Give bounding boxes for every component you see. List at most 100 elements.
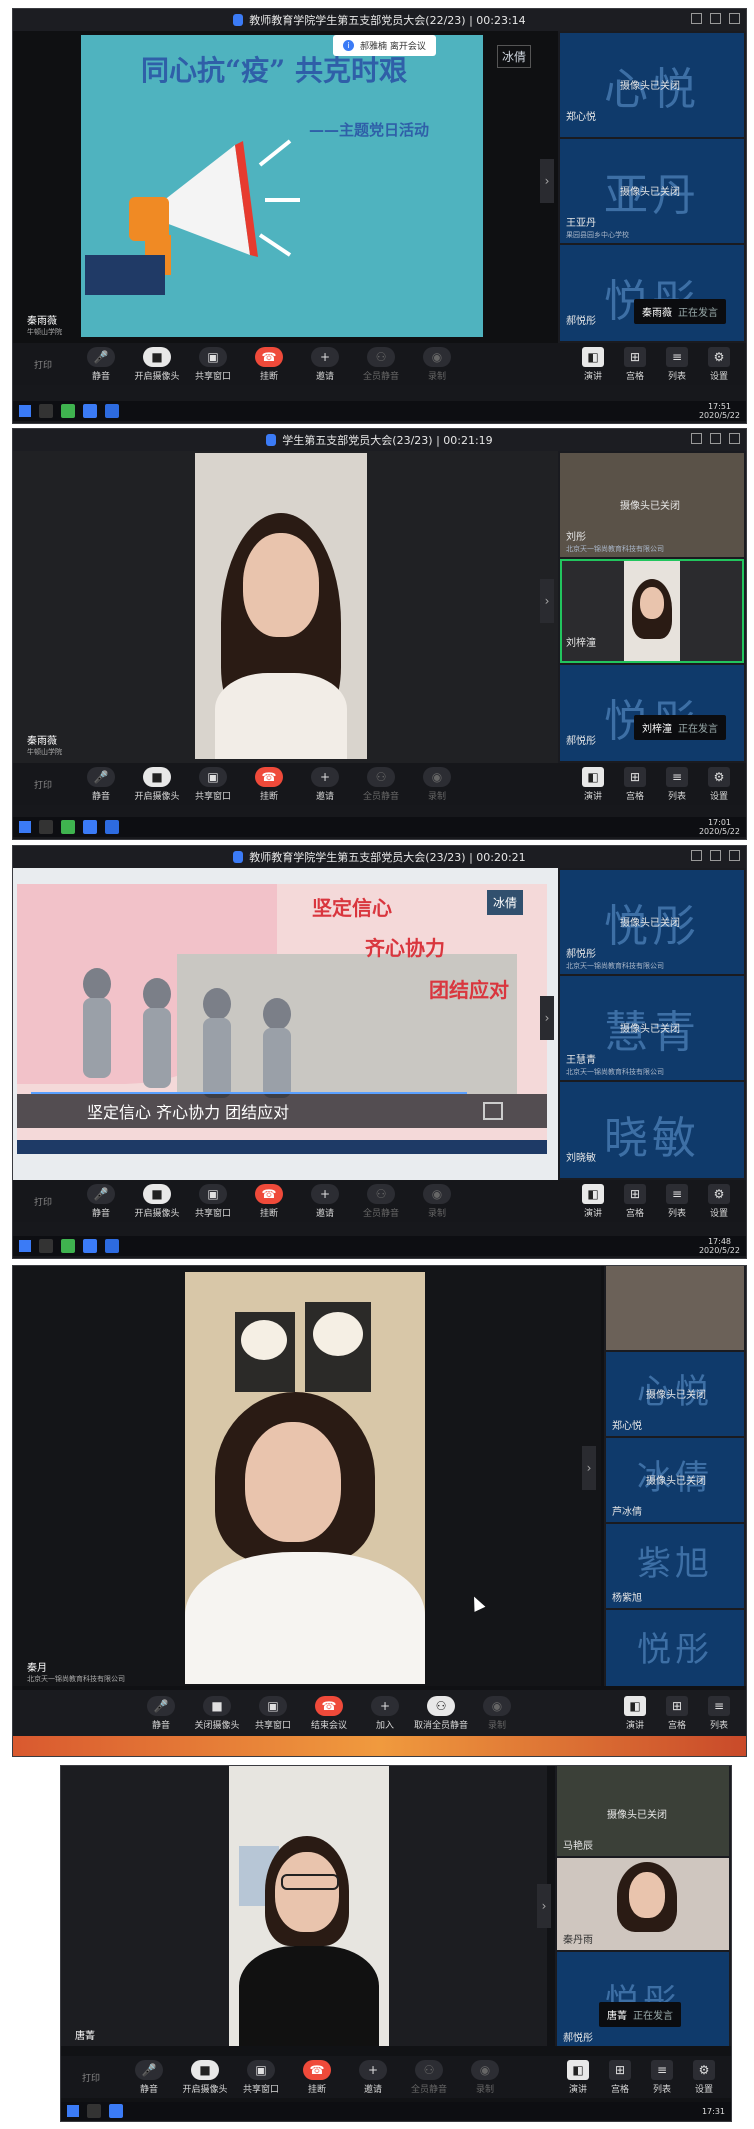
window-controls[interactable] [691, 850, 740, 861]
list-view-button[interactable]: ≡ 列表 [658, 1183, 696, 1219]
record-button[interactable]: ◉ 录制 [409, 1183, 465, 1219]
participant-tile[interactable]: 悦彤 郝悦彤 [560, 245, 744, 341]
participant-tile[interactable]: 冰倩 摄像头已关闭 芦冰倩 [606, 1438, 744, 1522]
participant-tile[interactable]: 紫旭 杨紫旭 [606, 1524, 744, 1608]
search-icon[interactable] [39, 820, 53, 834]
gallery-view-button[interactable]: ⊞ 宫格 [616, 346, 654, 382]
browser-icon[interactable] [105, 1239, 119, 1253]
share-window-button[interactable]: ▣ 共享窗口 [245, 1695, 301, 1731]
stop-camera-button[interactable]: ■ 关闭摄像头 [189, 1695, 245, 1731]
participant-tile[interactable]: 摄像头已关闭 马艳辰 [557, 1766, 729, 1856]
join-button[interactable]: + 加入 [357, 1695, 413, 1731]
hangup-button[interactable]: ☎ 挂断 [289, 2059, 345, 2095]
mute-button[interactable]: 🎤 静音 [73, 766, 129, 802]
mute-all-button[interactable]: ⚇ 全员静音 [353, 346, 409, 382]
list-view-button[interactable]: ≡ 列表 [658, 346, 696, 382]
record-button[interactable]: ◉ 录制 [469, 1695, 525, 1731]
share-window-button[interactable]: ▣ 共享窗口 [185, 766, 241, 802]
fullscreen-icon[interactable] [483, 1102, 503, 1120]
participant-tile[interactable]: 心悦 摄像头已关闭 郑心悦 [560, 33, 744, 137]
meeting-app-icon[interactable] [83, 404, 97, 418]
participant-tile[interactable]: 秦丹雨 [557, 1858, 729, 1950]
list-view-button[interactable]: ≡ 列表 [643, 2059, 681, 2095]
unmute-all-button[interactable]: ⚇ 取消全员静音 [413, 1695, 469, 1731]
record-button[interactable]: ◉ 录制 [409, 346, 465, 382]
participant-tile[interactable]: 悦彤 摄像头已关闭 郝悦彤 北京天一锦尚教育科技有限公司 [560, 870, 744, 974]
hangup-button[interactable]: ☎ 挂断 [241, 766, 297, 802]
participant-tile[interactable]: 心悦 摄像头已关闭 郑心悦 [606, 1352, 744, 1436]
list-view-button[interactable]: ≡ 列表 [658, 766, 696, 802]
participant-tile[interactable]: 摄像头已关闭 刘彤 北京天一锦尚教育科技有限公司 [560, 453, 744, 557]
participant-video [229, 1766, 389, 2046]
search-icon[interactable] [87, 2104, 101, 2118]
wechat-icon[interactable] [61, 820, 75, 834]
search-icon[interactable] [39, 1239, 53, 1253]
start-camera-button[interactable]: ■ 开启摄像头 [129, 1183, 185, 1219]
list-view-button[interactable]: ≡ 列表 [700, 1695, 738, 1731]
speaker-view-button[interactable]: ◧ 演讲 [574, 346, 612, 382]
windows-start-icon[interactable] [19, 405, 31, 417]
share-window-button[interactable]: ▣ 共享窗口 [233, 2059, 289, 2095]
settings-button[interactable]: ⚙ 设置 [700, 346, 738, 382]
wechat-icon[interactable] [61, 1239, 75, 1253]
mute-button[interactable]: 🎤 静音 [121, 2059, 177, 2095]
record-button[interactable]: ◉ 录制 [457, 2059, 513, 2095]
participant-tile[interactable]: 亚丹 摄像头已关闭 王亚丹 果园县园乡中心学校 [560, 139, 744, 243]
collapse-sidebar-arrow[interactable]: › [537, 1884, 551, 1928]
invite-button[interactable]: + 邀请 [297, 1183, 353, 1219]
windows-start-icon[interactable] [19, 1240, 31, 1252]
participant-tile[interactable]: 悦彤 郝悦彤 [557, 1952, 729, 2046]
mute-button[interactable]: 🎤 静音 [133, 1695, 189, 1731]
mute-all-button[interactable]: ⚇ 全员静音 [353, 766, 409, 802]
start-camera-button[interactable]: ■ 开启摄像头 [129, 766, 185, 802]
gallery-view-button[interactable]: ⊞ 宫格 [616, 1183, 654, 1219]
window-controls[interactable] [691, 13, 740, 24]
mute-button[interactable]: 🎤 静音 [73, 1183, 129, 1219]
speaker-view-button[interactable]: ◧ 演讲 [574, 766, 612, 802]
meeting-app-icon[interactable] [109, 2104, 123, 2118]
window-controls[interactable] [691, 433, 740, 444]
participant-tile[interactable] [606, 1266, 744, 1350]
speaker-view-button[interactable]: ◧ 演讲 [574, 1183, 612, 1219]
share-window-button[interactable]: ▣ 共享窗口 [185, 1183, 241, 1219]
browser-icon[interactable] [105, 404, 119, 418]
settings-button[interactable]: ⚙ 设置 [700, 766, 738, 802]
gallery-view-button[interactable]: ⊞ 宫格 [601, 2059, 639, 2095]
record-button[interactable]: ◉ 录制 [409, 766, 465, 802]
settings-button[interactable]: ⚙ 设置 [700, 1183, 738, 1219]
invite-button[interactable]: + 邀请 [345, 2059, 401, 2095]
wechat-icon[interactable] [61, 404, 75, 418]
video-progress-bar[interactable] [31, 1092, 467, 1094]
collapse-sidebar-arrow[interactable]: › [582, 1446, 596, 1490]
collapse-sidebar-arrow[interactable]: › [540, 996, 554, 1040]
collapse-sidebar-arrow[interactable]: › [540, 159, 554, 203]
windows-start-icon[interactable] [67, 2105, 79, 2117]
mute-all-button[interactable]: ⚇ 全员静音 [401, 2059, 457, 2095]
participant-tile[interactable]: 慧青 摄像头已关闭 王慧青 北京天一锦尚教育科技有限公司 [560, 976, 744, 1080]
windows-start-icon[interactable] [19, 821, 31, 833]
end-meeting-button[interactable]: ☎ 结束会议 [301, 1695, 357, 1731]
participant-tile[interactable]: 悦彤 郝悦彤 [560, 665, 744, 761]
share-window-button[interactable]: ▣ 共享窗口 [185, 346, 241, 382]
participant-tile[interactable]: 悦彤 [606, 1610, 744, 1686]
speaker-view-button[interactable]: ◧ 演讲 [616, 1695, 654, 1731]
gallery-view-button[interactable]: ⊞ 宫格 [616, 766, 654, 802]
mute-button[interactable]: 🎤 静音 [73, 346, 129, 382]
gallery-view-button[interactable]: ⊞ 宫格 [658, 1695, 696, 1731]
mute-all-button[interactable]: ⚇ 全员静音 [353, 1183, 409, 1219]
hangup-button[interactable]: ☎ 挂断 [241, 1183, 297, 1219]
hangup-button[interactable]: ☎ 挂断 [241, 346, 297, 382]
speaker-view-button[interactable]: ◧ 演讲 [559, 2059, 597, 2095]
start-camera-button[interactable]: ■ 开启摄像头 [177, 2059, 233, 2095]
collapse-sidebar-arrow[interactable]: › [540, 579, 554, 623]
search-icon[interactable] [39, 404, 53, 418]
meeting-app-icon[interactable] [83, 1239, 97, 1253]
settings-button[interactable]: ⚙ 设置 [685, 2059, 723, 2095]
invite-button[interactable]: + 邀请 [297, 346, 353, 382]
participant-tile-active[interactable]: 刘梓潼 [560, 559, 744, 663]
invite-button[interactable]: + 邀请 [297, 766, 353, 802]
browser-icon[interactable] [105, 820, 119, 834]
start-camera-button[interactable]: ■ 开启摄像头 [129, 346, 185, 382]
meeting-app-icon[interactable] [83, 820, 97, 834]
participant-tile[interactable]: 晓敏 刘晓敏 [560, 1082, 744, 1178]
